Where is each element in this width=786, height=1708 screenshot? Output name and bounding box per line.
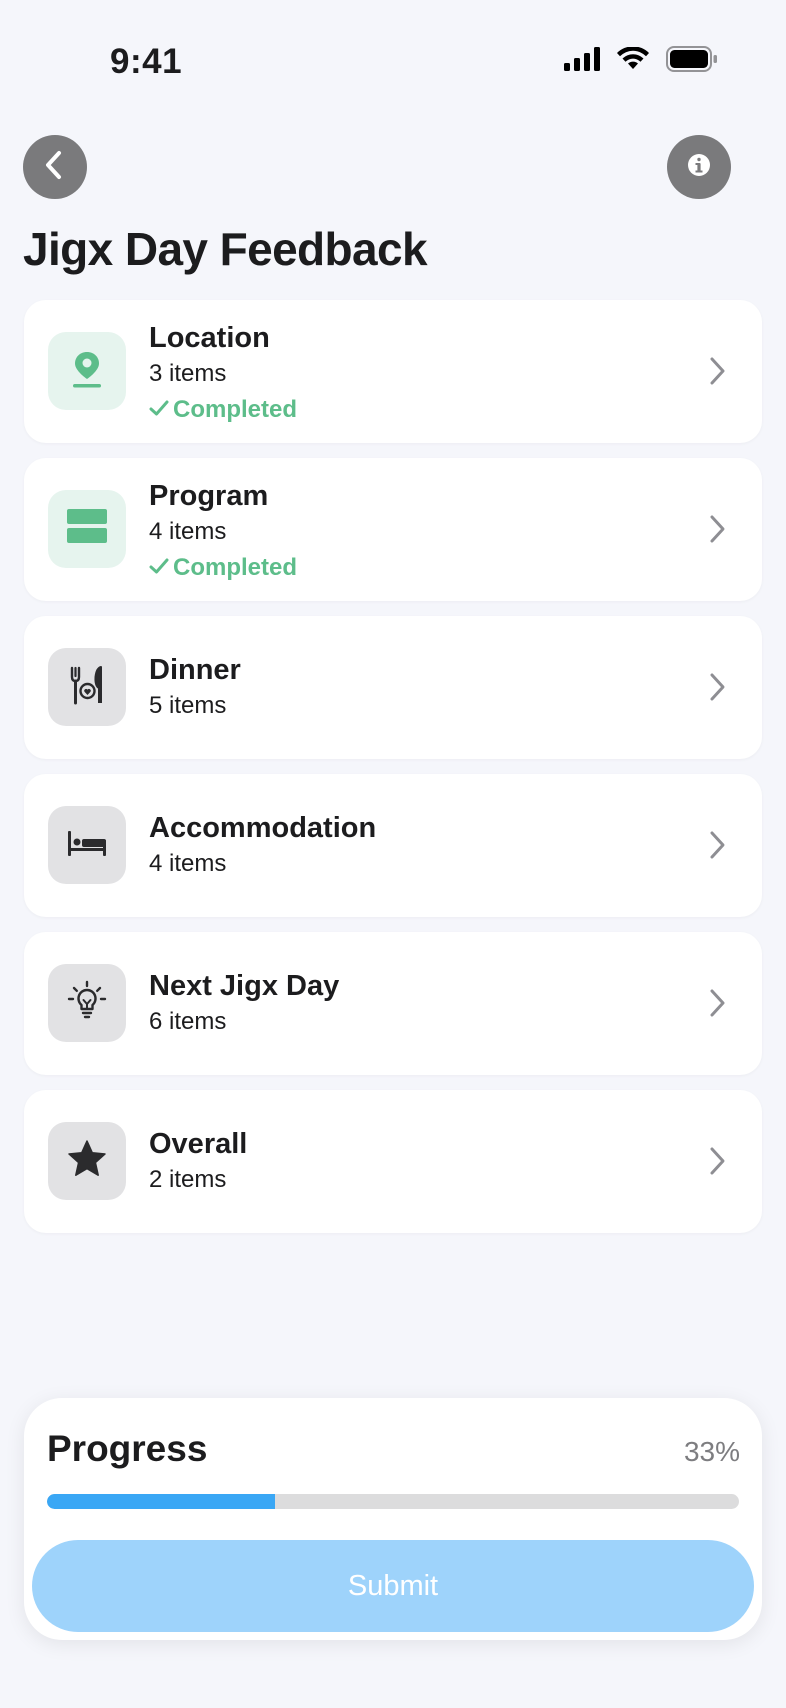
progress-percent: 33% [683, 1436, 740, 1467]
section-card-program[interactable]: Program 4 items Completed [24, 458, 762, 601]
status-time: 9:41 [110, 42, 183, 81]
section-card-accommodation[interactable]: Accommodation 4 items [24, 774, 762, 917]
section-text: Accommodation 4 items [149, 810, 376, 882]
progress-title: Progress [47, 1428, 208, 1469]
progress-bar [47, 1494, 739, 1509]
submit-button[interactable]: Submit [32, 1540, 754, 1632]
section-status: Completed [149, 550, 297, 586]
info-button[interactable] [667, 135, 731, 199]
section-icon-container [48, 648, 126, 726]
wifi-icon [616, 46, 650, 76]
lightbulb-icon [66, 980, 108, 1027]
location-pin-icon [69, 349, 105, 394]
checkmark-icon [149, 550, 169, 586]
section-icon-container [48, 490, 126, 568]
back-button[interactable] [23, 135, 87, 199]
section-icon-container [48, 332, 126, 410]
status-icons [564, 46, 718, 77]
section-text: Location 3 items Completed [149, 320, 297, 428]
section-icon-container [48, 806, 126, 884]
section-item-count: 6 items [149, 1008, 227, 1035]
program-stack-icon [67, 508, 107, 550]
section-title: Next Jigx Day [149, 970, 340, 1002]
section-item-count: 4 items [149, 850, 227, 877]
section-item-count: 5 items [149, 692, 227, 719]
progress-panel: Progress 33% Submit [24, 1398, 762, 1640]
section-status: Completed [149, 392, 297, 428]
section-card-next-jigx-day[interactable]: Next Jigx Day 6 items [24, 932, 762, 1075]
section-title: Dinner [149, 654, 241, 686]
section-card-dinner[interactable]: Dinner 5 items [24, 616, 762, 759]
chevron-right-icon [708, 1144, 728, 1183]
section-title: Program [149, 480, 269, 512]
info-icon [684, 150, 714, 185]
section-list: Location 3 items Completed Program 4 ite… [24, 300, 762, 1248]
checkmark-icon [149, 392, 169, 428]
section-status-label: Completed [173, 396, 298, 423]
section-text: Program 4 items Completed [149, 478, 297, 586]
section-status-label: Completed [173, 554, 298, 581]
bed-icon [66, 828, 108, 863]
section-item-count: 2 items [149, 1166, 227, 1193]
section-text: Dinner 5 items [149, 652, 241, 724]
chevron-right-icon [708, 986, 728, 1025]
section-text: Next Jigx Day 6 items [149, 968, 339, 1040]
section-card-overall[interactable]: Overall 2 items [24, 1090, 762, 1233]
page-title: Jigx Day Feedback [23, 223, 428, 275]
chevron-right-icon [708, 828, 728, 867]
section-title: Accommodation [149, 812, 377, 844]
progress-bar-fill [47, 1494, 276, 1509]
chevron-right-icon [708, 354, 728, 393]
star-icon [66, 1138, 108, 1185]
section-text: Overall 2 items [149, 1126, 247, 1198]
section-item-count: 3 items [149, 360, 227, 387]
status-bar: 9:41 [0, 0, 786, 110]
section-icon-container [48, 964, 126, 1042]
fork-knife-icon [66, 664, 108, 711]
section-title: Overall [149, 1128, 248, 1160]
section-card-location[interactable]: Location 3 items Completed [24, 300, 762, 443]
chevron-right-icon [708, 670, 728, 709]
section-icon-container [48, 1122, 126, 1200]
cellular-signal-icon [564, 47, 600, 76]
chevron-left-icon [40, 148, 70, 187]
chevron-right-icon [708, 512, 728, 551]
section-title: Location [149, 322, 270, 354]
battery-icon [666, 46, 718, 77]
section-item-count: 4 items [149, 518, 227, 545]
